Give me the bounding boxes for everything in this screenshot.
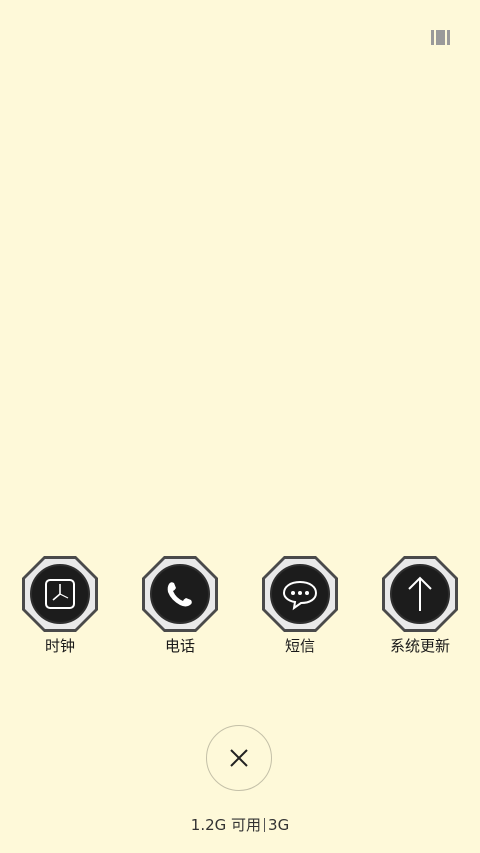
app-phone[interactable]: 电话 (125, 554, 235, 656)
clock-icon (22, 556, 98, 632)
close-icon (230, 749, 248, 767)
close-all-button[interactable] (206, 725, 272, 791)
arrow-up-icon (382, 556, 458, 632)
recent-apps-screen: 时钟 电话 短信 系统更新 1.2G 可用 3G (0, 0, 480, 853)
app-system-update[interactable]: 系统更新 (365, 554, 475, 656)
app-label: 短信 (284, 637, 315, 655)
memory-total: 3G (268, 816, 290, 834)
app-label: 电话 (164, 637, 195, 655)
message-icon (262, 556, 338, 632)
app-label: 时钟 (44, 637, 75, 655)
app-messages[interactable]: 短信 (245, 554, 355, 656)
phone-icon (142, 556, 218, 632)
recent-apps-list: 时钟 电话 短信 系统更新 (0, 554, 480, 664)
memory-clean-icon[interactable] (431, 30, 450, 45)
app-clock[interactable]: 时钟 (5, 554, 115, 656)
memory-separator (264, 818, 266, 832)
memory-status: 1.2G 可用 3G (0, 815, 480, 835)
app-label: 系统更新 (389, 637, 450, 655)
memory-available: 1.2G 可用 (190, 816, 262, 834)
